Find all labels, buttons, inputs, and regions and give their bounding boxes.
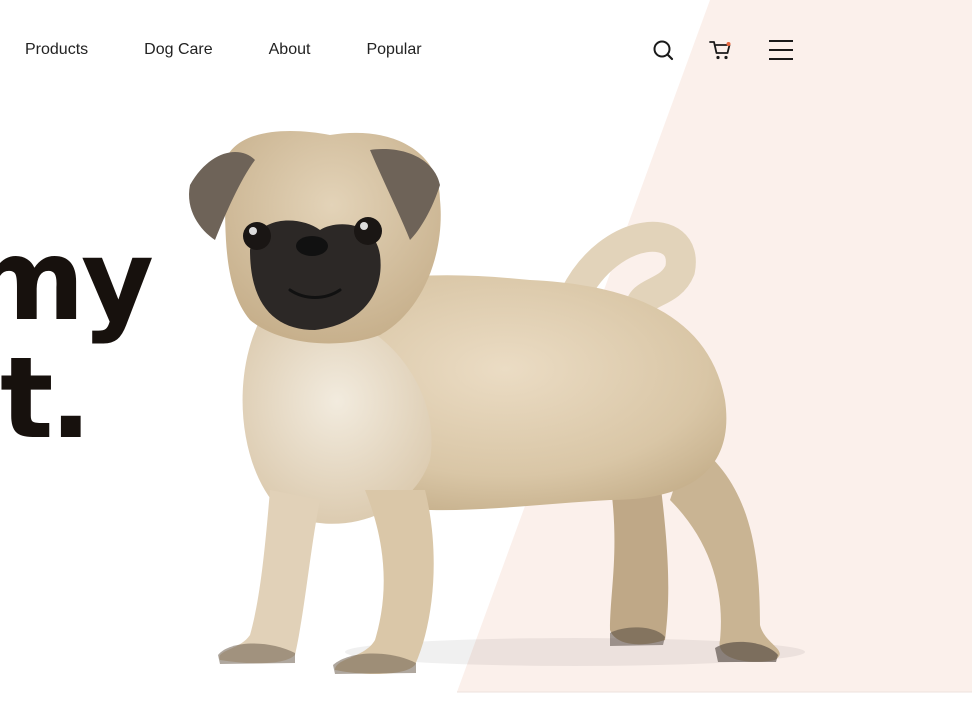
hero-heading-line-2: t. <box>0 334 92 464</box>
hero-heading-line-1: my <box>0 216 154 346</box>
nav-link-about[interactable]: About <box>269 38 311 62</box>
hero-heading: my t. <box>0 216 154 464</box>
hamburger-menu-icon <box>769 40 793 60</box>
nav-link-dog-care[interactable]: Dog Care <box>144 38 212 62</box>
cart-button[interactable] <box>708 36 736 64</box>
nav-link-popular[interactable]: Popular <box>366 38 421 62</box>
cart-icon <box>709 41 731 60</box>
menu-button[interactable] <box>767 36 797 64</box>
search-icon <box>653 40 674 61</box>
pug-puppy-image <box>189 130 805 675</box>
search-button[interactable] <box>650 36 678 64</box>
main-navigation: Products Dog Care About Popular <box>25 38 422 62</box>
nav-link-products[interactable]: Products <box>25 38 88 62</box>
